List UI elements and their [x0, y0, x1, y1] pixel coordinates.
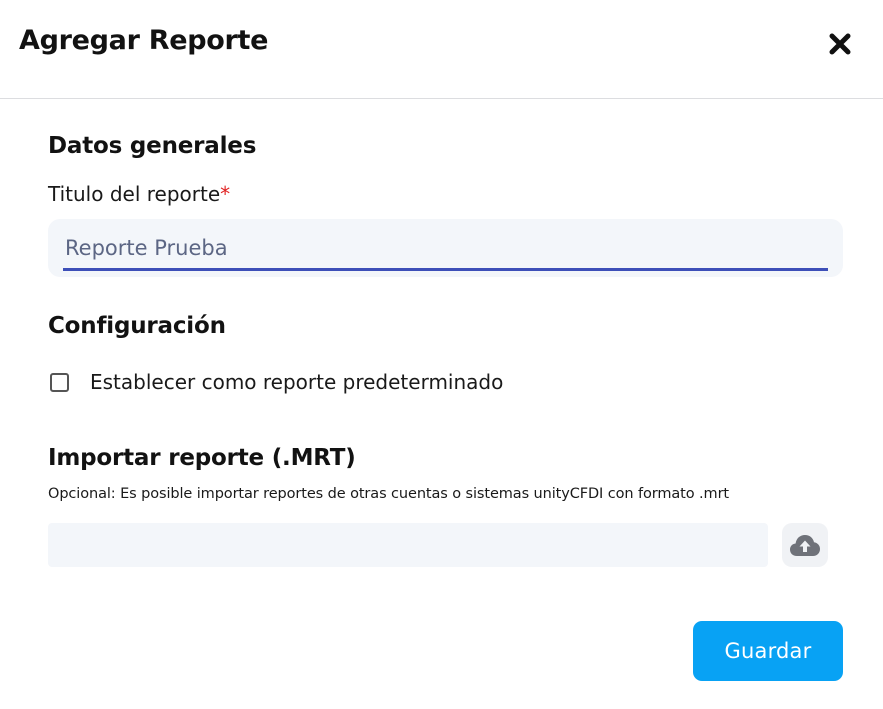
cloud-upload-icon — [790, 535, 820, 556]
report-title-input[interactable] — [63, 227, 828, 271]
section-heading-config: Configuración — [48, 313, 226, 339]
default-report-checkbox[interactable] — [50, 372, 69, 392]
required-mark: * — [220, 182, 231, 206]
section-heading-import: Importar reporte (.MRT) — [48, 445, 356, 471]
close-button[interactable] — [826, 30, 854, 58]
save-button[interactable]: Guardar — [693, 621, 843, 681]
report-title-label: Titulo del reporte* — [48, 182, 230, 206]
report-title-label-text: Titulo del reporte — [48, 182, 221, 206]
import-hint: Opcional: Es posible importar reportes d… — [48, 486, 730, 502]
dialog-title: Agregar Reporte — [19, 25, 269, 56]
default-report-option[interactable]: Establecer como reporte predeterminado — [50, 368, 503, 396]
file-input[interactable] — [48, 523, 768, 567]
upload-button[interactable] — [782, 523, 828, 567]
close-icon — [829, 33, 851, 55]
report-title-field — [48, 219, 843, 277]
default-report-label: Establecer como reporte predeterminado — [90, 370, 504, 394]
section-heading-general: Datos generales — [48, 133, 257, 159]
dialog-header: Agregar Reporte — [0, 0, 883, 99]
